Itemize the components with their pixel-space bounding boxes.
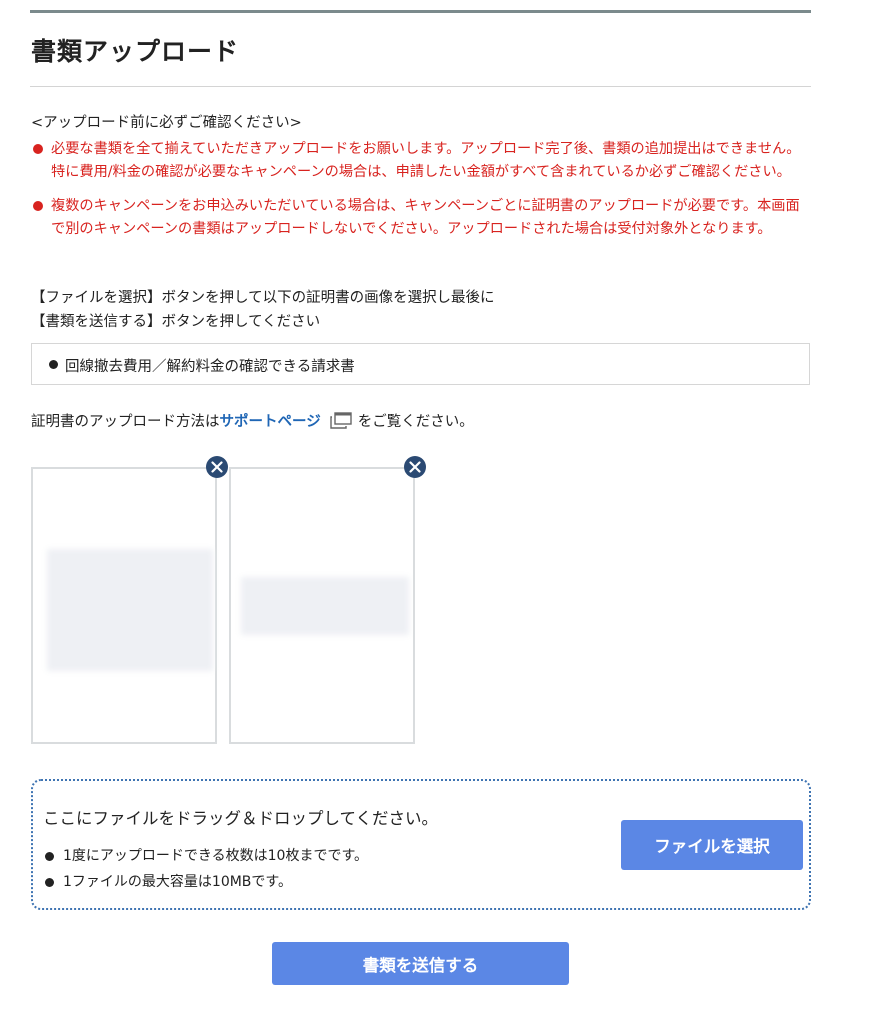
support-page-note: 証明書のアップロード方法は サポートページ をご覧ください。 bbox=[31, 410, 474, 431]
warning-item: 必要な書類を全て揃えていただきアップロードをお願いします。アップロード完了後、書… bbox=[31, 138, 811, 184]
dropzone-note-text: 1度にアップロードできる枚数は10枚までです。 bbox=[63, 848, 369, 864]
remove-image-button[interactable] bbox=[404, 456, 426, 478]
warning-text: 必要な書類を全て揃えていただきアップロードをお願いします。アップロード完了後、書… bbox=[51, 141, 801, 180]
bullet-icon bbox=[49, 360, 58, 369]
warning-bullet-icon bbox=[33, 144, 43, 154]
support-note-prefix: 証明書のアップロード方法は bbox=[31, 414, 220, 430]
file-dropzone[interactable]: ここにファイルをドラッグ＆ドロップしてください。 1度にアップロードできる枚数は… bbox=[31, 779, 811, 910]
bullet-icon bbox=[45, 878, 54, 887]
upload-instructions: 【ファイルを選択】ボタンを押して以下の証明書の画像を選択し最後に 【書類を送信す… bbox=[31, 286, 495, 334]
page-title: 書類アップロード bbox=[31, 37, 240, 66]
dropzone-notes: 1度にアップロードできる枚数は10枚までです。 1ファイルの最大容量は10MBで… bbox=[43, 843, 368, 895]
dropzone-title: ここにファイルをドラッグ＆ドロップしてください。 bbox=[43, 809, 439, 828]
close-icon bbox=[409, 461, 421, 473]
required-document-box: 回線撤去費用／解約料金の確認できる請求書 bbox=[31, 343, 810, 385]
notice-heading: <アップロード前に必ずご確認ください> bbox=[31, 115, 302, 131]
uploaded-image-thumbnail[interactable] bbox=[229, 467, 415, 744]
remove-image-button[interactable] bbox=[206, 456, 228, 478]
required-document-item: 回線撤去費用／解約料金の確認できる請求書 bbox=[65, 359, 355, 375]
external-window-icon[interactable] bbox=[329, 411, 353, 430]
bullet-icon bbox=[45, 852, 54, 861]
dropzone-note: 1度にアップロードできる枚数は10枚までです。 bbox=[43, 843, 368, 869]
support-page-link[interactable]: サポートページ bbox=[220, 410, 321, 431]
warning-item: 複数のキャンペーンをお申込みいただいている場合は、キャンペーンごとに証明書のアッ… bbox=[31, 195, 811, 241]
select-file-button[interactable]: ファイルを選択 bbox=[621, 820, 803, 870]
blurred-image-preview bbox=[241, 577, 409, 635]
warning-text: 複数のキャンペーンをお申込みいただいている場合は、キャンペーンごとに証明書のアッ… bbox=[51, 198, 800, 237]
warning-bullet-icon bbox=[33, 201, 43, 211]
title-divider bbox=[30, 86, 811, 87]
dropzone-note-text: 1ファイルの最大容量は10MBです。 bbox=[63, 874, 293, 890]
instruction-line: 【ファイルを選択】ボタンを押して以下の証明書の画像を選択し最後に bbox=[31, 290, 495, 306]
warning-list: 必要な書類を全て揃えていただきアップロードをお願いします。アップロード完了後、書… bbox=[31, 138, 811, 252]
close-icon bbox=[211, 461, 223, 473]
top-divider bbox=[30, 10, 811, 13]
uploaded-image-thumbnail[interactable] bbox=[31, 467, 217, 744]
instruction-line: 【書類を送信する】ボタンを押してください bbox=[31, 314, 321, 330]
dropzone-note: 1ファイルの最大容量は10MBです。 bbox=[43, 869, 368, 895]
submit-documents-button[interactable]: 書類を送信する bbox=[272, 942, 569, 985]
support-note-suffix: をご覧ください。 bbox=[357, 414, 474, 430]
blurred-image-preview bbox=[47, 549, 213, 671]
